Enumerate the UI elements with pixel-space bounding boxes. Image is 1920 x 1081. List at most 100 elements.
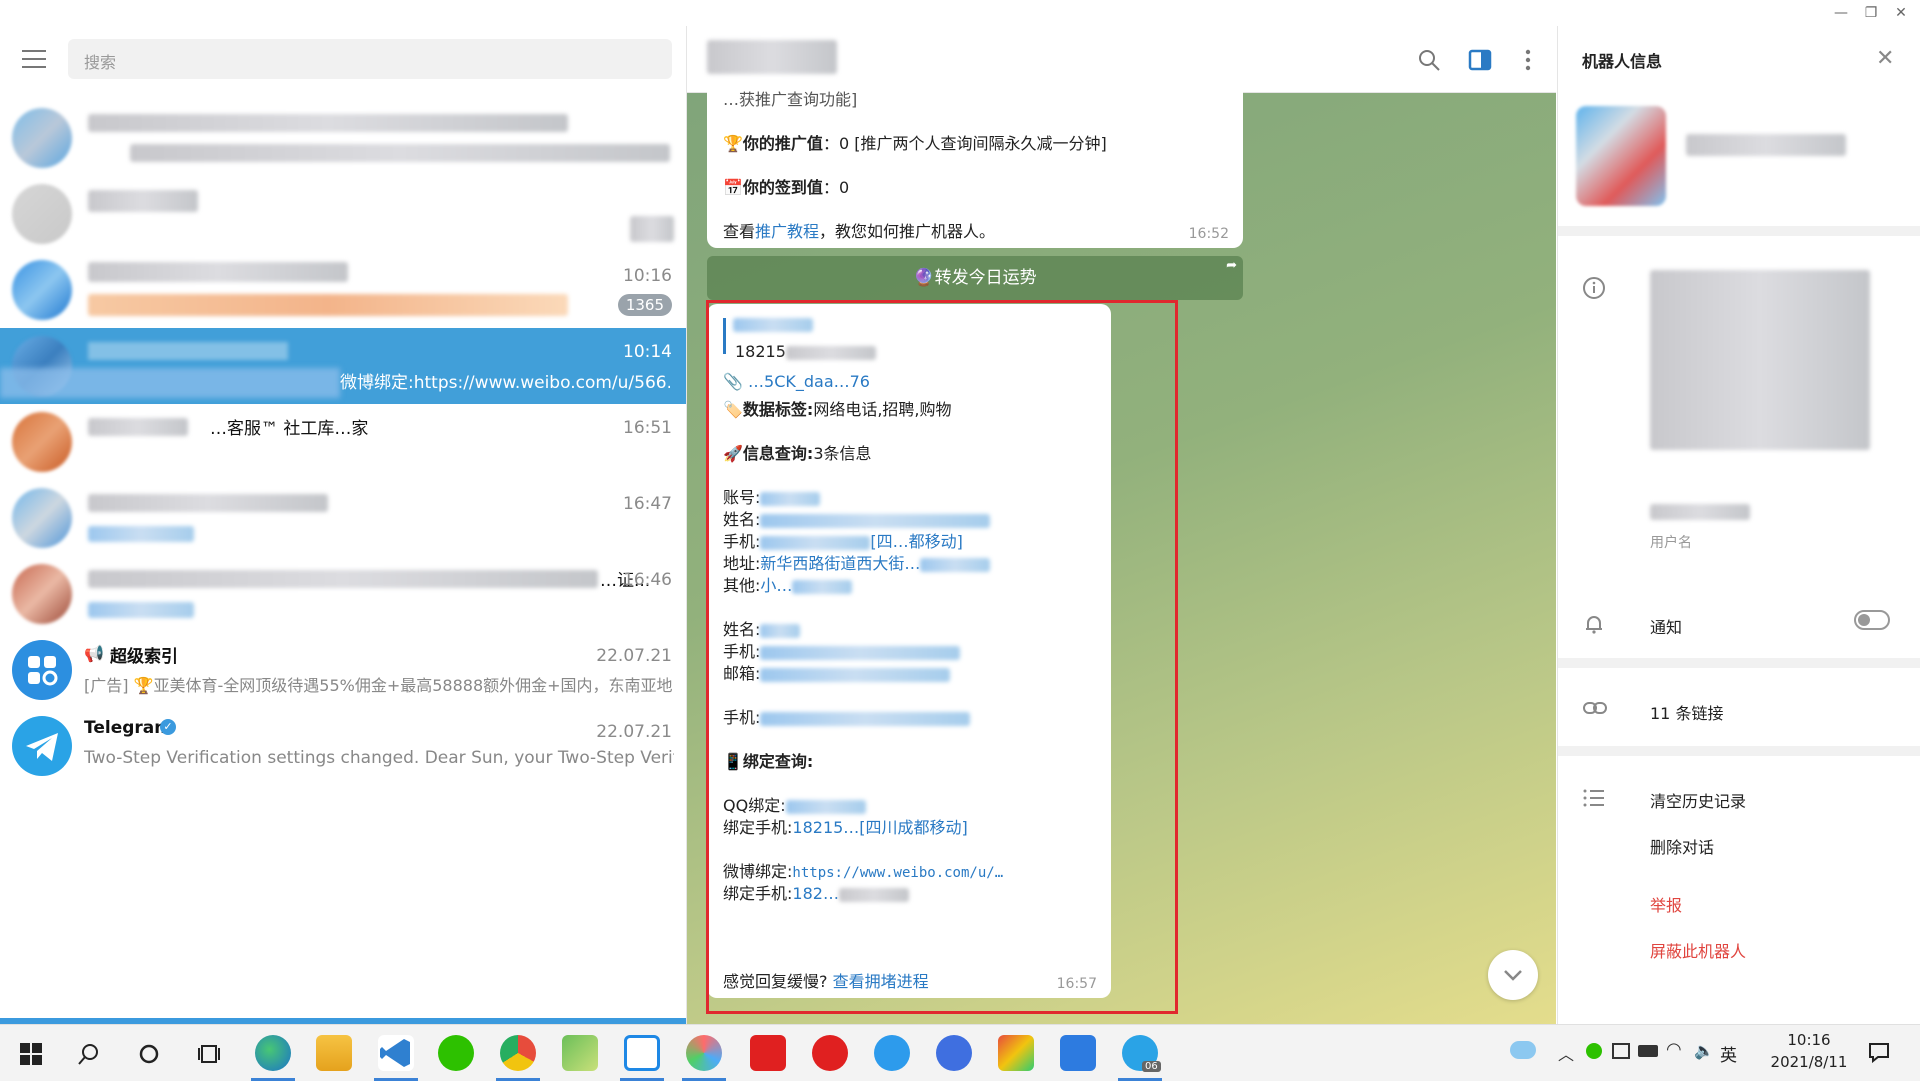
cortana-icon[interactable] (138, 1043, 160, 1065)
chat-list-item[interactable]: Telegram ✓ 22.07.21 Two-Step Verificatio… (0, 708, 686, 784)
git-client-icon[interactable] (998, 1035, 1034, 1071)
chat-title: …客服™ 社工库…家 (210, 419, 369, 439)
wechat-icon[interactable] (438, 1035, 474, 1071)
vscode-icon[interactable] (378, 1035, 414, 1071)
speaker-icon[interactable]: 🔈 (1694, 1041, 1714, 1060)
bot-avatar (1576, 106, 1666, 206)
search-input[interactable]: 搜索 (68, 39, 672, 79)
chat-preview: Two-Step Verification settings changed. … (84, 748, 674, 768)
username-label: 用户名 (1650, 535, 1692, 551)
edge-icon[interactable] (255, 1035, 291, 1071)
chat-title-redacted (88, 190, 198, 212)
browser-icon[interactable] (936, 1035, 972, 1071)
delete-chat-button[interactable]: 删除对话 (1650, 834, 1714, 858)
avatar (12, 716, 72, 776)
sidebar-toggle-icon[interactable] (1468, 48, 1492, 72)
block-bot-button[interactable]: 屏蔽此机器人 (1650, 938, 1746, 962)
chevron-up-icon[interactable]: ︿ (1558, 1041, 1574, 1065)
notepad-icon[interactable] (562, 1035, 598, 1071)
battery-icon[interactable] (1638, 1045, 1658, 1057)
maximize-button[interactable]: ❐ (1858, 2, 1884, 24)
chat-list-panel: 搜索 10:16 1365 10:14 微博绑定:https://www.wei… (0, 26, 687, 1024)
bot-info-panel: 机器人信息 ✕ 用户名 通知 11 条链接 清空历史记录 删除对话 举报 屏蔽此… (1557, 26, 1920, 1024)
more-options-icon[interactable] (1522, 48, 1534, 72)
youdao-icon[interactable] (750, 1035, 786, 1071)
separator (1558, 226, 1920, 236)
display-icon[interactable] (1612, 1043, 1630, 1059)
file-explorer-icon[interactable] (316, 1035, 352, 1071)
chat-list-item[interactable]: …客服™ 社工库…家 16:51 (0, 404, 686, 480)
onedrive-icon[interactable] (1510, 1041, 1536, 1059)
chat-title-redacted (88, 418, 188, 436)
notify-label: 通知 (1650, 618, 1683, 637)
chat-list-item[interactable]: 10:16 1365 (0, 252, 686, 328)
avatar (12, 488, 72, 548)
report-button[interactable]: 举报 (1650, 892, 1682, 916)
chat-title: Telegram (84, 718, 172, 738)
megaphone-icon: 📢 (84, 644, 104, 663)
search-icon[interactable] (1417, 48, 1441, 72)
menu-icon[interactable] (22, 50, 46, 68)
chrome-icon[interactable] (500, 1035, 536, 1071)
list-icon (1583, 789, 1604, 807)
avatar (12, 564, 72, 624)
links-item[interactable]: 11 条链接 (1650, 700, 1723, 724)
chat-title-redacted (88, 114, 568, 132)
avatar (12, 412, 72, 472)
netease-music-icon[interactable] (812, 1035, 848, 1071)
clear-history-button[interactable]: 清空历史记录 (1650, 788, 1746, 812)
chat-time: 10:14 (623, 342, 672, 362)
tutorial-link[interactable]: 推广教程 (755, 222, 819, 241)
search-placeholder: 搜索 (84, 53, 117, 72)
chat-time: 16:47 (623, 494, 672, 514)
chat-preview-redacted (88, 294, 568, 316)
chat-preview-redacted (130, 144, 670, 162)
close-window-button[interactable]: ✕ (1888, 2, 1914, 24)
separator (1558, 658, 1920, 668)
feishu-icon[interactable] (1060, 1035, 1096, 1071)
docker-icon[interactable] (874, 1035, 910, 1071)
chat-title-redacted (88, 494, 328, 512)
chat-list-item[interactable]: …证... 16:46 (0, 556, 686, 632)
task-view-icon[interactable] (198, 1043, 220, 1065)
wifi-icon[interactable]: ◠ (1666, 1039, 1682, 1060)
remote-desktop-icon[interactable] (624, 1035, 660, 1071)
chat-title-redacted (88, 262, 348, 282)
notification-center-icon[interactable] (1868, 1041, 1890, 1063)
tutorial-line: 查看推广教程，教您如何推广机器人。 (723, 222, 996, 241)
notify-toggle[interactable] (1854, 610, 1890, 630)
app-icon[interactable] (686, 1035, 722, 1071)
clock-time[interactable]: 10:16 (1764, 1031, 1854, 1049)
verified-icon: ✓ (160, 719, 176, 735)
ime-language[interactable]: 英 (1720, 1041, 1737, 1066)
scroll-down-button[interactable] (1488, 950, 1538, 1000)
chat-list-item[interactable] (0, 100, 686, 176)
chat-time: 16:46 (623, 570, 672, 590)
trophy-icon: 🏆 (723, 134, 743, 153)
message-cut-line: …获推广查询功能] (723, 90, 858, 109)
chat-list-item[interactable]: 16:47 (0, 480, 686, 556)
chevron-down-icon (1504, 970, 1522, 981)
separator (1558, 746, 1920, 756)
chat-list-item[interactable] (0, 176, 686, 252)
close-panel-icon[interactable]: ✕ (1876, 46, 1894, 71)
clock-date[interactable]: 2021/8/11 (1764, 1053, 1854, 1071)
bot-name-redacted (1686, 134, 1846, 156)
search-icon[interactable] (78, 1043, 100, 1065)
avatar (12, 260, 72, 320)
chat-time: 10:16 (623, 266, 672, 286)
preview-redacted-overlay (0, 368, 340, 398)
windows-start-icon[interactable] (20, 1043, 42, 1065)
calendar-icon: 📅 (723, 178, 743, 197)
forward-fortune-button[interactable]: 🔮转发今日运势 ➦ (707, 256, 1243, 300)
chat-time: 16:51 (623, 418, 672, 438)
chat-time: 22.07.21 (596, 646, 672, 666)
grid-apps-icon (28, 656, 58, 686)
signin-line: 📅你的签到值：0 (723, 178, 850, 197)
chat-list-item-selected[interactable]: 10:14 微博绑定:https://www.weibo.com/u/566..… (0, 328, 686, 404)
wechat-tray-icon[interactable] (1586, 1043, 1602, 1059)
chat-list-item[interactable]: 📢 超级索引 22.07.21 [广告] 🏆亚美体育-全网顶级待遇55%佣金+最… (0, 632, 686, 708)
chat-preview-redacted (88, 602, 194, 618)
minimize-button[interactable]: — (1828, 2, 1854, 24)
chat-time: 22.07.21 (596, 722, 672, 742)
